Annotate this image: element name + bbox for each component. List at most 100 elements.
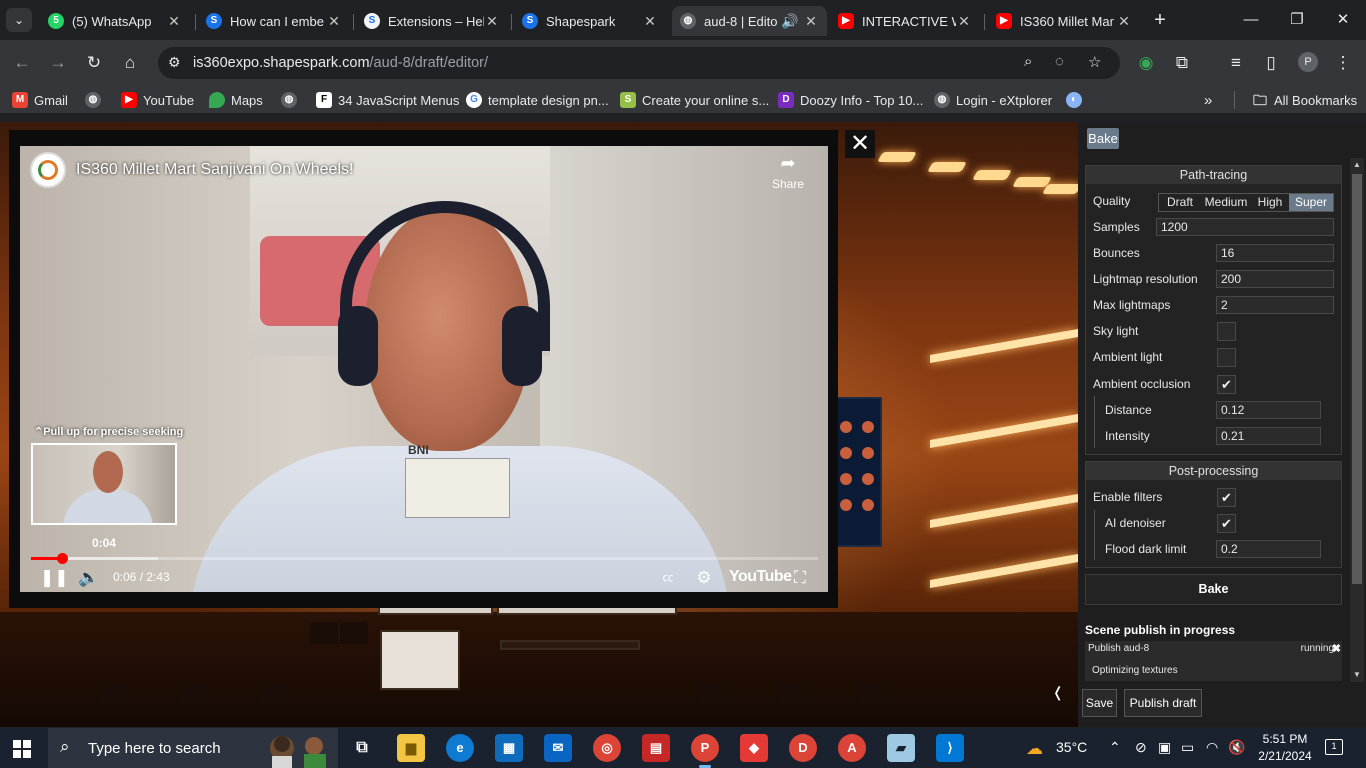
- new-tab-button[interactable]: +: [1143, 0, 1177, 40]
- restore-button[interactable]: ❐: [1274, 0, 1320, 40]
- quality-super-option[interactable]: Super: [1289, 194, 1333, 211]
- intensity-field[interactable]: 0.21: [1216, 427, 1321, 445]
- captions-icon[interactable]: ㏄: [656, 566, 680, 590]
- cancel-publish-icon[interactable]: ✖: [1332, 642, 1341, 655]
- scroll-down-arrow-icon[interactable]: ▼: [1350, 668, 1364, 682]
- chrome-profile-dc-icon[interactable]: D: [789, 734, 817, 762]
- taskbar-search-box[interactable]: ⌕ Type here to search: [48, 728, 338, 768]
- tray-overflow-chevron-icon[interactable]: ⌃: [1109, 739, 1121, 756]
- volume-muted-icon[interactable]: 🔇: [1228, 739, 1245, 756]
- bookmark-javascript-menus[interactable]: F 34 JavaScript Menus: [316, 91, 459, 109]
- save-button[interactable]: Save: [1082, 689, 1117, 717]
- window-close-button[interactable]: ✕: [1320, 0, 1366, 40]
- chrome-profile-p-icon[interactable]: P: [691, 734, 719, 768]
- onscreen-icon[interactable]: ▣: [1158, 739, 1171, 756]
- temperature[interactable]: 35°C: [1056, 739, 1087, 755]
- weather-icon[interactable]: ☁: [1026, 739, 1043, 759]
- share-button[interactable]: ➦ Share: [771, 153, 805, 191]
- scroll-up-arrow-icon[interactable]: ▲: [1350, 158, 1364, 172]
- collapse-panel-chevron-icon[interactable]: ❬: [1052, 684, 1064, 701]
- tab-shapespark[interactable]: S Shapespark ✕: [514, 6, 666, 36]
- side-panel-icon[interactable]: ▯: [1258, 50, 1284, 76]
- close-icon[interactable]: ✕: [803, 13, 819, 30]
- settings-gear-icon[interactable]: ⚙: [692, 566, 716, 590]
- bookmark-maps[interactable]: Maps: [209, 91, 263, 109]
- bookmark-globe-2[interactable]: ◍: [281, 91, 303, 109]
- tab-extensions[interactable]: S Extensions – Hel ✕: [356, 6, 508, 36]
- media-control-icon[interactable]: ≡: [1223, 50, 1249, 76]
- back-arrow-icon[interactable]: ←: [9, 50, 35, 76]
- tab-is360-millet-mart[interactable]: ▶ IS360 Millet Mar ✕: [988, 6, 1140, 36]
- notepad-icon[interactable]: ▰: [887, 734, 915, 762]
- tab-how-can-i-embed[interactable]: S How can I embe ✕: [198, 6, 350, 36]
- forward-arrow-icon[interactable]: →: [45, 50, 71, 76]
- tab-search-button[interactable]: ⌄: [6, 8, 32, 32]
- more-menu-icon[interactable]: ⋮: [1330, 50, 1356, 76]
- mail-icon[interactable]: ✉: [544, 734, 572, 762]
- battery-icon[interactable]: ▭: [1181, 739, 1194, 756]
- address-bar[interactable]: ⚙ is360expo.shapespark.com/aud-8/draft/e…: [158, 47, 1120, 79]
- anydesk-icon[interactable]: ◆: [740, 734, 768, 762]
- bake-button[interactable]: Bake: [1085, 574, 1342, 605]
- flood-dark-limit-field[interactable]: 0.2: [1216, 540, 1321, 558]
- volume-icon[interactable]: 🔈: [77, 566, 101, 590]
- site-info-icon[interactable]: ⚙: [168, 54, 181, 71]
- task-view-icon[interactable]: ⧉: [348, 734, 376, 762]
- profile-avatar[interactable]: P: [1298, 52, 1318, 72]
- video-title[interactable]: IS360 Millet Mart Sanjivani On Wheels!: [76, 161, 353, 179]
- vscode-icon[interactable]: ⟩: [936, 734, 964, 762]
- youtube-video-player[interactable]: BNI: [20, 146, 828, 592]
- quality-draft-option[interactable]: Draft: [1159, 194, 1201, 211]
- tab-interactive[interactable]: ▶ INTERACTIVE W ✕: [830, 6, 980, 36]
- bake-tab[interactable]: Bake: [1087, 128, 1119, 149]
- progress-scrubber[interactable]: [57, 553, 68, 564]
- minimize-button[interactable]: —: [1228, 0, 1274, 40]
- ambient-light-checkbox[interactable]: [1217, 348, 1236, 367]
- panel-scrollbar[interactable]: ▲ ▼: [1350, 158, 1364, 682]
- close-icon[interactable]: ✕: [1116, 13, 1132, 30]
- speaker-icon[interactable]: 🔊: [777, 13, 803, 30]
- extension-check-icon[interactable]: ◉: [1133, 50, 1159, 76]
- samples-field[interactable]: 1200: [1156, 218, 1334, 236]
- publish-draft-button[interactable]: Publish draft: [1124, 689, 1202, 717]
- bounces-field[interactable]: 16: [1216, 244, 1334, 262]
- pause-icon[interactable]: ❚❚: [40, 566, 69, 590]
- bookmark-template-design[interactable]: Gtemplate design pn...: [466, 91, 609, 109]
- bookmark-extplorer[interactable]: ◍ Login - eXtplorer: [934, 91, 1052, 109]
- bookmark-youtube[interactable]: ▶ YouTube: [121, 91, 194, 109]
- microsoft-store-icon[interactable]: ▦: [495, 734, 523, 762]
- ambient-occlusion-checkbox[interactable]: ✔: [1217, 375, 1236, 394]
- video-close-button[interactable]: ✕: [845, 130, 875, 158]
- close-icon[interactable]: ✕: [484, 13, 500, 30]
- chrome-icon[interactable]: ◎: [593, 734, 621, 762]
- close-icon[interactable]: ✕: [956, 13, 972, 30]
- sky-light-checkbox[interactable]: [1217, 322, 1236, 341]
- tab-whatsapp[interactable]: 5 (5) WhatsApp ✕: [40, 6, 190, 36]
- quality-high-option[interactable]: High: [1251, 194, 1289, 211]
- extensions-puzzle-icon[interactable]: ⧉: [1169, 50, 1195, 76]
- close-icon[interactable]: ✕: [166, 13, 182, 30]
- fullscreen-icon[interactable]: ⛶: [788, 566, 812, 590]
- enable-filters-checkbox[interactable]: ✔: [1217, 488, 1236, 507]
- winrar-icon[interactable]: ▤: [642, 734, 670, 762]
- all-bookmarks-folder[interactable]: 🗀 All Bookmarks: [1252, 91, 1357, 109]
- bookmark-gmail[interactable]: M Gmail: [12, 91, 68, 109]
- lightmap-resolution-field[interactable]: 200: [1216, 270, 1334, 288]
- bookmark-globe-1[interactable]: ◍: [85, 91, 107, 109]
- close-icon[interactable]: ✕: [642, 13, 658, 30]
- notification-center-icon[interactable]: 1: [1325, 739, 1343, 755]
- chrome-profile-a-icon[interactable]: A: [838, 734, 866, 762]
- bookmark-create-online-store[interactable]: S Create your online s...: [620, 91, 769, 109]
- windows-start-icon[interactable]: [13, 740, 31, 758]
- zoom-search-icon[interactable]: ⌕: [1024, 53, 1032, 70]
- channel-logo[interactable]: [30, 152, 66, 188]
- meet-now-icon[interactable]: ⊘: [1135, 739, 1147, 756]
- taskbar-clock[interactable]: 5:51 PM 2/21/2024: [1255, 731, 1315, 765]
- more-bookmarks-chevron-icon[interactable]: »: [1204, 91, 1212, 109]
- eye-off-icon[interactable]: ◌: [1055, 53, 1064, 70]
- quality-medium-option[interactable]: Medium: [1201, 194, 1251, 211]
- distance-field[interactable]: 0.12: [1216, 401, 1321, 419]
- max-lightmaps-field[interactable]: 2: [1216, 296, 1334, 314]
- star-icon[interactable]: ☆: [1088, 53, 1101, 71]
- bookmark-doozy-info[interactable]: D Doozy Info - Top 10...: [778, 91, 923, 109]
